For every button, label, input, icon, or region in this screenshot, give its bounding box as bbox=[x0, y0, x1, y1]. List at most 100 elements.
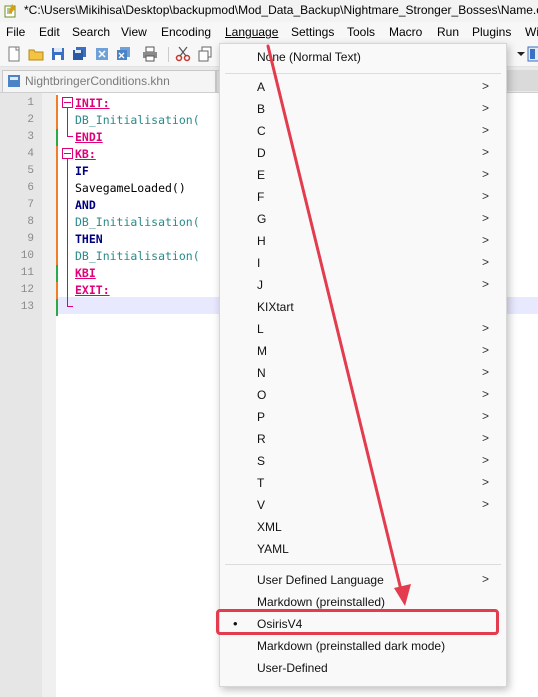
menu-item-s[interactable]: S > bbox=[220, 450, 506, 472]
line-number: 8 bbox=[27, 216, 34, 228]
menu-item-v[interactable]: V > bbox=[220, 494, 506, 516]
menu-item-e[interactable]: E > bbox=[220, 164, 506, 186]
menu-search[interactable]: Search bbox=[72, 25, 110, 39]
line-number: 9 bbox=[27, 233, 34, 245]
open-folder-icon[interactable] bbox=[28, 46, 44, 62]
code-line: DB_Initialisation( bbox=[75, 249, 200, 263]
menu-item-d[interactable]: D > bbox=[220, 142, 506, 164]
title-bar: *C:\Users\Mikihisa\Desktop\backupmod\Mod… bbox=[0, 0, 538, 23]
menu-item-n[interactable]: N > bbox=[220, 362, 506, 384]
line-number: 13 bbox=[20, 301, 34, 313]
menu-item-markdown-dark-mode[interactable]: Markdown (preinstalled dark mode) bbox=[220, 635, 506, 657]
menu-item-p[interactable]: P > bbox=[220, 406, 506, 428]
copy-icon[interactable] bbox=[197, 46, 213, 62]
code-line: DB_Initialisation( bbox=[75, 113, 200, 127]
submenu-chevron-icon: > bbox=[482, 409, 490, 423]
submenu-chevron-icon: > bbox=[482, 365, 490, 379]
menu-item-xml[interactable]: XML bbox=[220, 516, 506, 538]
menu-view[interactable]: View bbox=[121, 25, 147, 39]
submenu-chevron-icon: > bbox=[482, 167, 490, 181]
menu-item-b[interactable]: B > bbox=[220, 98, 506, 120]
menu-language[interactable]: Language bbox=[225, 25, 278, 39]
line-number: 12 bbox=[20, 284, 34, 296]
cut-icon[interactable] bbox=[175, 46, 191, 62]
fold-collapse-icon[interactable] bbox=[62, 97, 73, 108]
menu-item-c[interactable]: C > bbox=[220, 120, 506, 142]
line-number: 1 bbox=[27, 97, 34, 109]
menu-item-m[interactable]: M > bbox=[220, 340, 506, 362]
code-line: THEN bbox=[75, 232, 103, 246]
menu-item-h[interactable]: H > bbox=[220, 230, 506, 252]
menu-item-g[interactable]: G > bbox=[220, 208, 506, 230]
menu-item-r[interactable]: R > bbox=[220, 428, 506, 450]
tab-label: NightbringerConditions.khn bbox=[25, 74, 170, 88]
code-line: KB: bbox=[75, 147, 96, 161]
menu-item-user-defined-language[interactable]: User Defined Language > bbox=[220, 569, 506, 591]
fold-line bbox=[67, 108, 68, 136]
menu-separator bbox=[225, 73, 501, 74]
close-all-icon[interactable] bbox=[116, 46, 132, 62]
change-marker bbox=[56, 146, 58, 265]
menu-plugins[interactable]: Plugins bbox=[472, 25, 511, 39]
save-all-icon[interactable] bbox=[72, 46, 88, 62]
fold-margin bbox=[42, 93, 56, 697]
print-icon[interactable] bbox=[142, 46, 158, 62]
saved-marker bbox=[56, 299, 58, 316]
menu-encoding[interactable]: Encoding bbox=[161, 25, 211, 39]
panel-icon[interactable] bbox=[527, 46, 538, 62]
fold-line bbox=[67, 306, 73, 307]
file-tab-icon bbox=[8, 75, 20, 87]
code-line: INIT: bbox=[75, 96, 110, 110]
line-number: 3 bbox=[27, 131, 34, 143]
menu-item-t[interactable]: T > bbox=[220, 472, 506, 494]
menu-bar: File Edit Search View Encoding Language … bbox=[0, 22, 538, 42]
tab-nightbringer-conditions[interactable]: NightbringerConditions.khn bbox=[2, 70, 216, 92]
menu-item-i[interactable]: I > bbox=[220, 252, 506, 274]
fold-line bbox=[67, 159, 68, 306]
submenu-chevron-icon: > bbox=[482, 321, 490, 335]
menu-edit[interactable]: Edit bbox=[39, 25, 60, 39]
window-title: *C:\Users\Mikihisa\Desktop\backupmod\Mod… bbox=[24, 3, 538, 17]
submenu-chevron-icon: > bbox=[482, 255, 490, 269]
fold-line bbox=[67, 136, 73, 137]
code-line: KBI bbox=[75, 266, 96, 280]
submenu-chevron-icon: > bbox=[482, 211, 490, 225]
menu-item-o[interactable]: O > bbox=[220, 384, 506, 406]
menu-item-user-defined[interactable]: User-Defined bbox=[220, 657, 506, 679]
submenu-chevron-icon: > bbox=[482, 233, 490, 247]
line-number: 10 bbox=[20, 250, 34, 262]
save-icon[interactable] bbox=[50, 46, 66, 62]
language-dropdown-menu: None (Normal Text) A > B > C > D > E > F > G > … bbox=[219, 43, 507, 687]
submenu-chevron-icon: > bbox=[482, 431, 490, 445]
menu-window[interactable]: Wi bbox=[525, 25, 538, 39]
submenu-chevron-icon: > bbox=[482, 277, 490, 291]
menu-item-none-normal-text[interactable]: None (Normal Text) bbox=[220, 46, 506, 68]
submenu-chevron-icon: > bbox=[482, 123, 490, 137]
menu-separator bbox=[225, 564, 501, 565]
menu-item-f[interactable]: F > bbox=[220, 186, 506, 208]
code-line: IF bbox=[75, 164, 89, 178]
menu-item-j[interactable]: J > bbox=[220, 274, 506, 296]
menu-item-kixtart[interactable]: KIXtart bbox=[220, 296, 506, 318]
menu-item-yaml[interactable]: YAML bbox=[220, 538, 506, 560]
menu-file[interactable]: File bbox=[6, 25, 25, 39]
menu-item-l[interactable]: L > bbox=[220, 318, 506, 340]
close-file-icon[interactable] bbox=[94, 46, 110, 62]
saved-marker bbox=[56, 129, 58, 146]
fold-collapse-icon[interactable] bbox=[62, 148, 73, 159]
menu-tools[interactable]: Tools bbox=[347, 25, 375, 39]
submenu-chevron-icon: > bbox=[482, 453, 490, 467]
notepad-app-icon bbox=[4, 4, 16, 18]
code-line: DB_Initialisation( bbox=[75, 215, 200, 229]
menu-run[interactable]: Run bbox=[437, 25, 459, 39]
saved-marker bbox=[56, 265, 58, 282]
menu-settings[interactable]: Settings bbox=[291, 25, 334, 39]
submenu-chevron-icon: > bbox=[482, 387, 490, 401]
line-number: 7 bbox=[27, 199, 34, 211]
code-line: SavegameLoaded() bbox=[75, 181, 186, 195]
menu-macro[interactable]: Macro bbox=[389, 25, 422, 39]
menu-item-a[interactable]: A > bbox=[220, 76, 506, 98]
new-file-icon[interactable] bbox=[6, 46, 22, 62]
submenu-chevron-icon: > bbox=[482, 343, 490, 357]
change-marker bbox=[56, 282, 58, 299]
